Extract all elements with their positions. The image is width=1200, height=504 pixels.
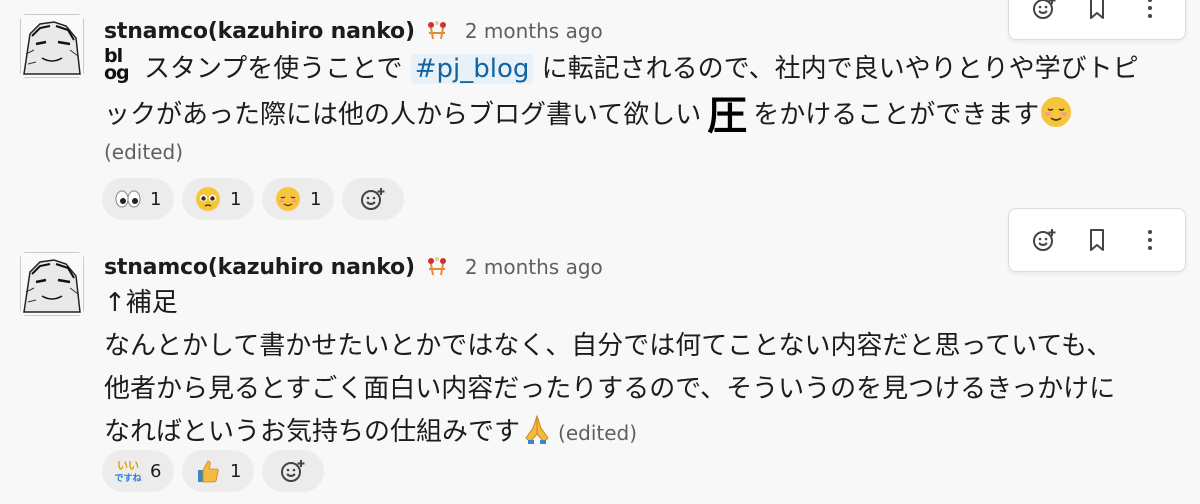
boxing-emoji bbox=[425, 255, 449, 279]
message-body: bl og スタンプを使うことで #pj_blog に転記されるので、社内で良い… bbox=[104, 46, 1174, 138]
avatar[interactable] bbox=[20, 14, 84, 78]
sender-name[interactable]: stnamco(kazuhiro nanko) bbox=[104, 255, 415, 280]
message-line: 他者から見るとすごく面白い内容だったりするので、そういうのを見つけるきっかけに bbox=[104, 374, 1116, 404]
add-reaction-icon[interactable] bbox=[1024, 0, 1064, 28]
relieved-smile-emoji bbox=[1039, 95, 1073, 129]
add-reaction-button[interactable] bbox=[342, 178, 404, 220]
message-body: ↑補足 なんとかして書かせたいとかではなく、自分では何てことない内容だと思ってい… bbox=[104, 282, 1174, 455]
message-actions-toolbar bbox=[1008, 0, 1186, 40]
message-line: なればというお気持ちの仕組みです (edited) bbox=[104, 411, 1174, 455]
reaction-count: 1 bbox=[230, 188, 242, 210]
reaction-count: 1 bbox=[230, 460, 242, 482]
add-reaction-icon bbox=[281, 460, 305, 482]
reactions-bar: 1 1 1 bbox=[102, 178, 404, 220]
message-text: なればというお気持ちの仕組みです bbox=[104, 417, 521, 447]
edited-label: (edited) bbox=[104, 140, 184, 164]
svg-text:いい: いい bbox=[117, 459, 139, 472]
timestamp[interactable]: 2 months ago bbox=[465, 255, 603, 279]
eyes-emoji bbox=[114, 185, 142, 213]
pleading-face-emoji bbox=[194, 185, 222, 213]
reaction-iine-desune[interactable]: いい ですね 6 bbox=[102, 450, 174, 492]
thumbs-up-emoji bbox=[194, 457, 222, 485]
svg-text:ですね: ですね bbox=[114, 473, 141, 484]
message-1: stnamco(kazuhiro nanko) 2 months ago bl … bbox=[0, 0, 1200, 232]
more-actions-icon[interactable] bbox=[1130, 220, 1170, 260]
message-text: をかけることができます bbox=[753, 100, 1040, 130]
message-text: スタンプを使うことで bbox=[144, 54, 403, 84]
reaction-thumbs-up[interactable]: 1 bbox=[182, 450, 254, 492]
timestamp[interactable]: 2 months ago bbox=[465, 19, 603, 43]
add-reaction-icon[interactable] bbox=[1024, 220, 1064, 260]
reaction-count: 1 bbox=[150, 188, 162, 210]
message-line: bl og スタンプを使うことで #pj_blog に転記されるので、社内で良い… bbox=[104, 46, 1174, 92]
avatar[interactable] bbox=[20, 252, 84, 316]
reaction-relieved[interactable]: 1 bbox=[262, 178, 334, 220]
iine-desune-emoji: いい ですね bbox=[114, 457, 142, 485]
channel-link[interactable]: #pj_blog bbox=[410, 54, 534, 84]
message-header: stnamco(kazuhiro nanko) 2 months ago bbox=[104, 250, 603, 284]
message-line: なんとかして書かせたいとかではなく、自分では何てことない内容だと思っていても、 bbox=[104, 331, 1113, 361]
blog-emoji: bl og bbox=[104, 45, 130, 84]
add-reaction-icon bbox=[361, 188, 385, 210]
boxing-emoji bbox=[425, 19, 449, 43]
add-reaction-button[interactable] bbox=[262, 450, 324, 492]
pressure-emoji: 圧 bbox=[707, 93, 748, 139]
message-text: に転記されるので、社内で良いやりとりや学びトピ bbox=[541, 54, 1139, 84]
bookmark-icon[interactable] bbox=[1077, 220, 1117, 260]
bookmark-icon[interactable] bbox=[1077, 0, 1117, 28]
relieved-smile-emoji bbox=[274, 185, 302, 213]
reactions-bar: いい ですね 6 1 bbox=[102, 450, 324, 492]
message-line: ↑補足 bbox=[104, 288, 178, 318]
message-line: ックがあった際には他の人からブログ書いて欲しい圧をかけることができます bbox=[104, 92, 1174, 138]
reaction-eyes[interactable]: 1 bbox=[102, 178, 174, 220]
reaction-count: 6 bbox=[150, 460, 162, 482]
pray-emoji bbox=[520, 412, 554, 446]
sender-name[interactable]: stnamco(kazuhiro nanko) bbox=[104, 19, 415, 44]
message-actions-toolbar bbox=[1008, 208, 1186, 272]
more-actions-icon[interactable] bbox=[1130, 0, 1170, 28]
message-2: stnamco(kazuhiro nanko) 2 months ago ↑補足… bbox=[0, 208, 1200, 504]
reaction-count: 1 bbox=[310, 188, 322, 210]
message-header: stnamco(kazuhiro nanko) 2 months ago bbox=[104, 14, 603, 48]
message-text: ックがあった際には他の人からブログ書いて欲しい bbox=[104, 100, 702, 130]
reaction-pleading[interactable]: 1 bbox=[182, 178, 254, 220]
edited-label: (edited) bbox=[558, 421, 638, 445]
